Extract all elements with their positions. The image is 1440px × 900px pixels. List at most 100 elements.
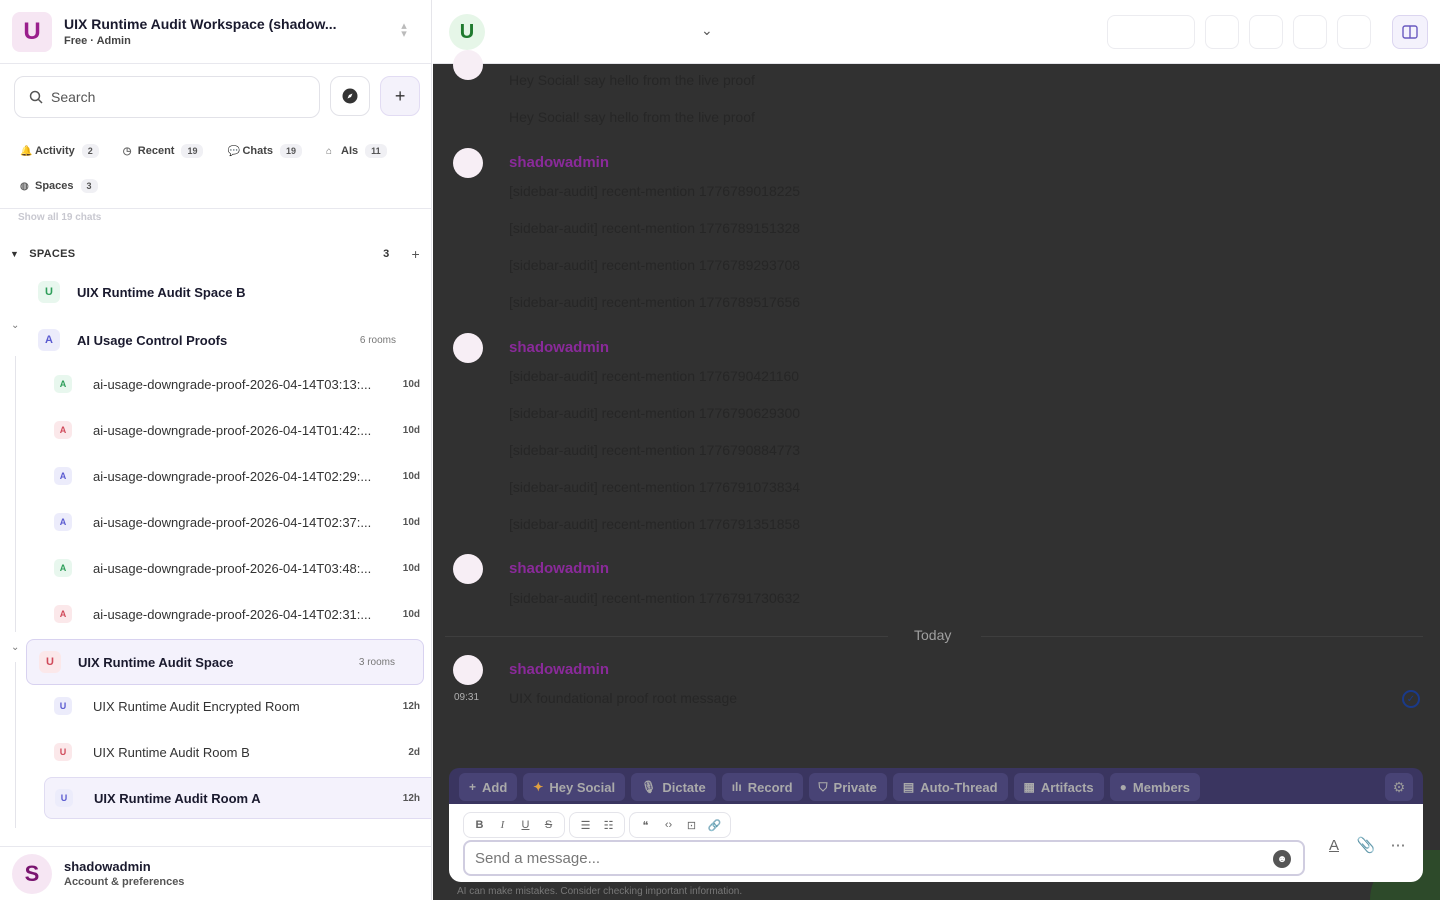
room-item[interactable]: A ai-usage-downgrade-proof-2026-04-14T02… (44, 501, 431, 543)
code-block-icon[interactable]: ⊡ (680, 819, 703, 832)
space-avatar: A (38, 329, 60, 351)
room-avatar: A (54, 421, 72, 439)
chevron-down-icon[interactable]: ⌄ (11, 320, 19, 331)
tab-count: 2 (81, 144, 99, 158)
code-icon[interactable]: ‹› (657, 819, 680, 831)
bullet-list-icon[interactable]: ☰ (574, 819, 597, 832)
gear-icon: ⚙ (1392, 778, 1406, 795)
strikethrough-button[interactable]: S (537, 819, 560, 831)
room-item-active[interactable]: U UIX Runtime Audit Room A 12h (44, 777, 431, 819)
search-input[interactable]: Search (14, 76, 321, 118)
header-icon-button[interactable] (1337, 15, 1371, 49)
toggle-panel-button[interactable] (1392, 15, 1428, 49)
header-action-button[interactable] (1107, 15, 1195, 49)
members-button[interactable]: ● Members (1109, 773, 1200, 801)
text-format-icon[interactable]: A (1321, 832, 1347, 858)
message-text: Hey Social! say hello from the live proo… (509, 109, 755, 125)
room-item[interactable]: A ai-usage-downgrade-proof-2026-04-14T02… (44, 455, 431, 497)
room-item[interactable]: A ai-usage-downgrade-proof-2026-04-14T01… (44, 409, 431, 451)
more-icon[interactable]: ⋯ (1385, 832, 1411, 858)
space-item[interactable]: U UIX Runtime Audit Space B (26, 269, 424, 315)
composer-settings-button[interactable]: ⚙ (1385, 773, 1413, 801)
robot-icon: ⌂ (326, 145, 333, 157)
underline-button[interactable]: U (514, 819, 537, 831)
search-icon (29, 90, 43, 104)
dictate-button[interactable]: 🎙 Dictate (631, 773, 716, 801)
sender-name[interactable]: shadowadmin (509, 154, 609, 171)
link-icon[interactable]: 🔗 (703, 819, 726, 832)
numbered-list-icon[interactable]: ☷ (597, 819, 620, 832)
message-input[interactable]: Send a message... ☻ (463, 840, 1305, 876)
tab-label: AIs (341, 145, 359, 157)
emoji-icon[interactable]: ☻ (1273, 850, 1291, 868)
new-chat-button[interactable]: + (380, 76, 420, 116)
space-name: AI Usage Control Proofs (77, 332, 228, 348)
quote-icon[interactable]: ❝ (634, 819, 657, 832)
attachment-icon[interactable]: 📎 (1353, 832, 1379, 858)
room-name: ai-usage-downgrade-proof-2026-04-14T02:3… (93, 514, 372, 530)
room-item[interactable]: U UIX Runtime Audit Encrypted Room 12h (44, 685, 431, 727)
collapse-caret-icon[interactable]: ▼ (10, 249, 19, 259)
space-item-active[interactable]: U UIX Runtime Audit Space 3 rooms (26, 639, 424, 685)
ai-disclaimer: AI can make mistakes. Consider checking … (457, 886, 742, 897)
sender-avatar[interactable] (453, 554, 483, 584)
workspace-avatar: U (12, 11, 52, 52)
auto-thread-button[interactable]: ▤ Auto-Thread (892, 773, 1008, 801)
tab-count: 3 (80, 179, 98, 193)
message-timeline: Hey Social! say hello from the live proo… (433, 50, 1440, 764)
read-receipt-icon: ✓ (1402, 690, 1420, 708)
explore-button[interactable] (330, 76, 371, 116)
sender-avatar[interactable] (453, 50, 483, 80)
message-text: UIX foundational proof root message (509, 690, 738, 706)
chevron-down-icon[interactable]: ⌄ (701, 22, 713, 39)
tab-recent[interactable]: ◷ Recent 19 (117, 144, 210, 158)
show-all-chats-link[interactable]: Show all 19 chats (18, 212, 101, 223)
header-icon-button[interactable] (1293, 15, 1327, 49)
header-icon-button[interactable] (1249, 15, 1283, 49)
waveform-icon: ılı (731, 780, 742, 794)
room-item[interactable]: A ai-usage-downgrade-proof-2026-04-14T03… (44, 547, 431, 589)
tree-line (15, 356, 16, 632)
record-button[interactable]: ılı Record (721, 773, 803, 801)
tab-spaces[interactable]: ◍ Spaces 3 (14, 179, 104, 193)
room-header-avatar[interactable]: U (449, 14, 485, 50)
spaces-section-header[interactable]: ▼ SPACES 3 + (10, 244, 420, 264)
tab-label: Recent (137, 145, 175, 157)
tab-chats[interactable]: 💬 Chats 19 (221, 144, 308, 158)
bold-button[interactable]: B (468, 819, 491, 831)
room-item[interactable]: A ai-usage-downgrade-proof-2026-04-14T03… (44, 363, 431, 405)
header-icon-button[interactable] (1205, 15, 1239, 49)
private-button[interactable]: ⛉ Private (808, 773, 887, 801)
add-space-icon[interactable]: + (412, 246, 420, 262)
message-text: [sidebar-audit] recent-mention 177679088… (509, 442, 801, 458)
workspace-title: UIX Runtime Audit Workspace (shadow... (64, 16, 337, 32)
room-item[interactable]: A ai-usage-downgrade-proof-2026-04-14T02… (44, 593, 431, 635)
sender-avatar[interactable] (453, 655, 483, 685)
spaces-section-label: SPACES (29, 248, 76, 260)
sender-avatar[interactable] (453, 333, 483, 363)
italic-button[interactable]: I (491, 819, 514, 831)
document-icon: ▦ (1023, 780, 1035, 794)
tab-ais[interactable]: ⌂ AIs 11 (320, 144, 393, 158)
sender-avatar[interactable] (453, 148, 483, 178)
artifacts-button[interactable]: ▦ Artifacts (1013, 773, 1104, 801)
workspace-header[interactable]: U UIX Runtime Audit Workspace (shadow...… (0, 0, 431, 64)
tool-label: Add (482, 779, 508, 795)
sender-name[interactable]: shadowadmin (509, 661, 609, 678)
add-button[interactable]: + Add (459, 773, 518, 801)
tab-activity[interactable]: 🔔 Activity 2 (14, 144, 105, 158)
account-bar[interactable]: S shadowadmin Account & preferences (0, 846, 431, 900)
chevron-down-icon[interactable]: ⌄ (11, 642, 19, 653)
sidebar: U UIX Runtime Audit Workspace (shadow...… (0, 0, 432, 900)
room-avatar: U (54, 697, 72, 715)
hey-social-button[interactable]: ✦ Hey Social (523, 773, 626, 801)
account-name: shadowadmin (64, 859, 151, 874)
space-name: UIX Runtime Audit Space (78, 654, 234, 670)
workspace-switcher-icon[interactable]: ▴ ▾ (399, 21, 409, 40)
room-item[interactable]: U UIX Runtime Audit Room B 2d (44, 731, 431, 773)
sender-name[interactable]: shadowadmin (509, 560, 609, 577)
space-item[interactable]: A AI Usage Control Proofs 6 rooms (26, 317, 424, 363)
sender-name[interactable]: shadowadmin (509, 339, 609, 356)
sparkle-icon: ✦ (533, 780, 544, 794)
message-text: [sidebar-audit] recent-mention 177679042… (509, 368, 800, 384)
